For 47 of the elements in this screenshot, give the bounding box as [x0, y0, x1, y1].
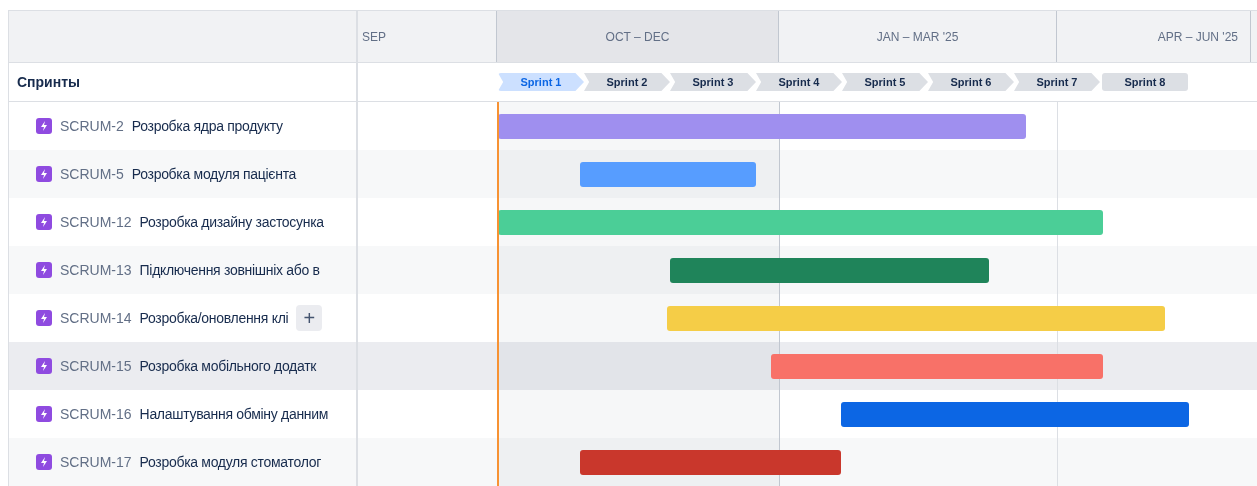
epic-icon	[36, 358, 52, 374]
issue-title: Налаштування обміну данним	[139, 404, 329, 424]
timeline-bar[interactable]	[771, 354, 1103, 379]
issue-key: SCRUM-5	[60, 163, 124, 185]
epic-icon	[36, 262, 52, 278]
sprint-tab[interactable]: Sprint 4	[756, 73, 842, 91]
timeline-bar[interactable]	[498, 210, 1103, 235]
epic-icon	[36, 310, 52, 326]
add-button[interactable]: +	[296, 305, 323, 331]
sprint-tab[interactable]: Sprint 2	[584, 73, 670, 91]
sprints-heading: Спринты	[17, 72, 80, 92]
sprint-tab[interactable]: Sprint 5	[842, 73, 928, 91]
issue-key: SCRUM-15	[60, 355, 132, 377]
sprint-tab[interactable]: Sprint 7	[1014, 73, 1100, 91]
issue-row[interactable]: SCRUM-15 Розробка мобільного додатк	[9, 342, 1257, 390]
issue-title: Розробка модуля пацієнта	[131, 164, 297, 184]
issue-title: Розробка/оновлення клі	[139, 308, 289, 328]
issue-row[interactable]: SCRUM-17 Розробка модуля стоматолог	[9, 438, 1257, 486]
sprint-tab[interactable]: Sprint 8	[1102, 73, 1188, 91]
sprint-tab[interactable]: Sprint 1	[498, 73, 584, 91]
issue-row[interactable]: SCRUM-5 Розробка модуля пацієнта	[9, 150, 1257, 198]
issue-key: SCRUM-17	[60, 451, 132, 473]
issue-title: Підключення зовнішніх або в	[139, 260, 320, 280]
issue-title: Розробка модуля стоматолог	[139, 452, 321, 472]
epic-icon	[36, 166, 52, 182]
issue-key: SCRUM-2	[60, 115, 124, 137]
timeline-bar[interactable]	[667, 306, 1165, 331]
issue-key: SCRUM-16	[60, 403, 132, 425]
issue-title: Розробка мобільного додатк	[139, 356, 317, 376]
timeline-bar[interactable]	[580, 162, 756, 187]
issue-row[interactable]: SCRUM-13 Підключення зовнішніх або в	[9, 246, 1257, 294]
epic-icon	[36, 214, 52, 230]
epic-icon	[36, 118, 52, 134]
timeline-bar[interactable]	[498, 114, 1026, 139]
timeline-bar[interactable]	[580, 450, 841, 475]
timeline-period: OCT – DEC	[497, 11, 779, 62]
issue-title: Розробка ядра продукту	[131, 116, 283, 136]
epic-icon	[36, 454, 52, 470]
sprint-tab[interactable]: Sprint 3	[670, 73, 756, 91]
issue-title: Розробка дизайну застосунка	[139, 212, 324, 232]
issue-key: SCRUM-14	[60, 307, 132, 329]
epic-icon	[36, 406, 52, 422]
sprint-tab[interactable]: Sprint 6	[928, 73, 1014, 91]
timeline-bar[interactable]	[841, 402, 1189, 427]
issue-key: SCRUM-12	[60, 211, 132, 233]
issue-key: SCRUM-13	[60, 259, 132, 281]
timeline-bar[interactable]	[670, 258, 989, 283]
